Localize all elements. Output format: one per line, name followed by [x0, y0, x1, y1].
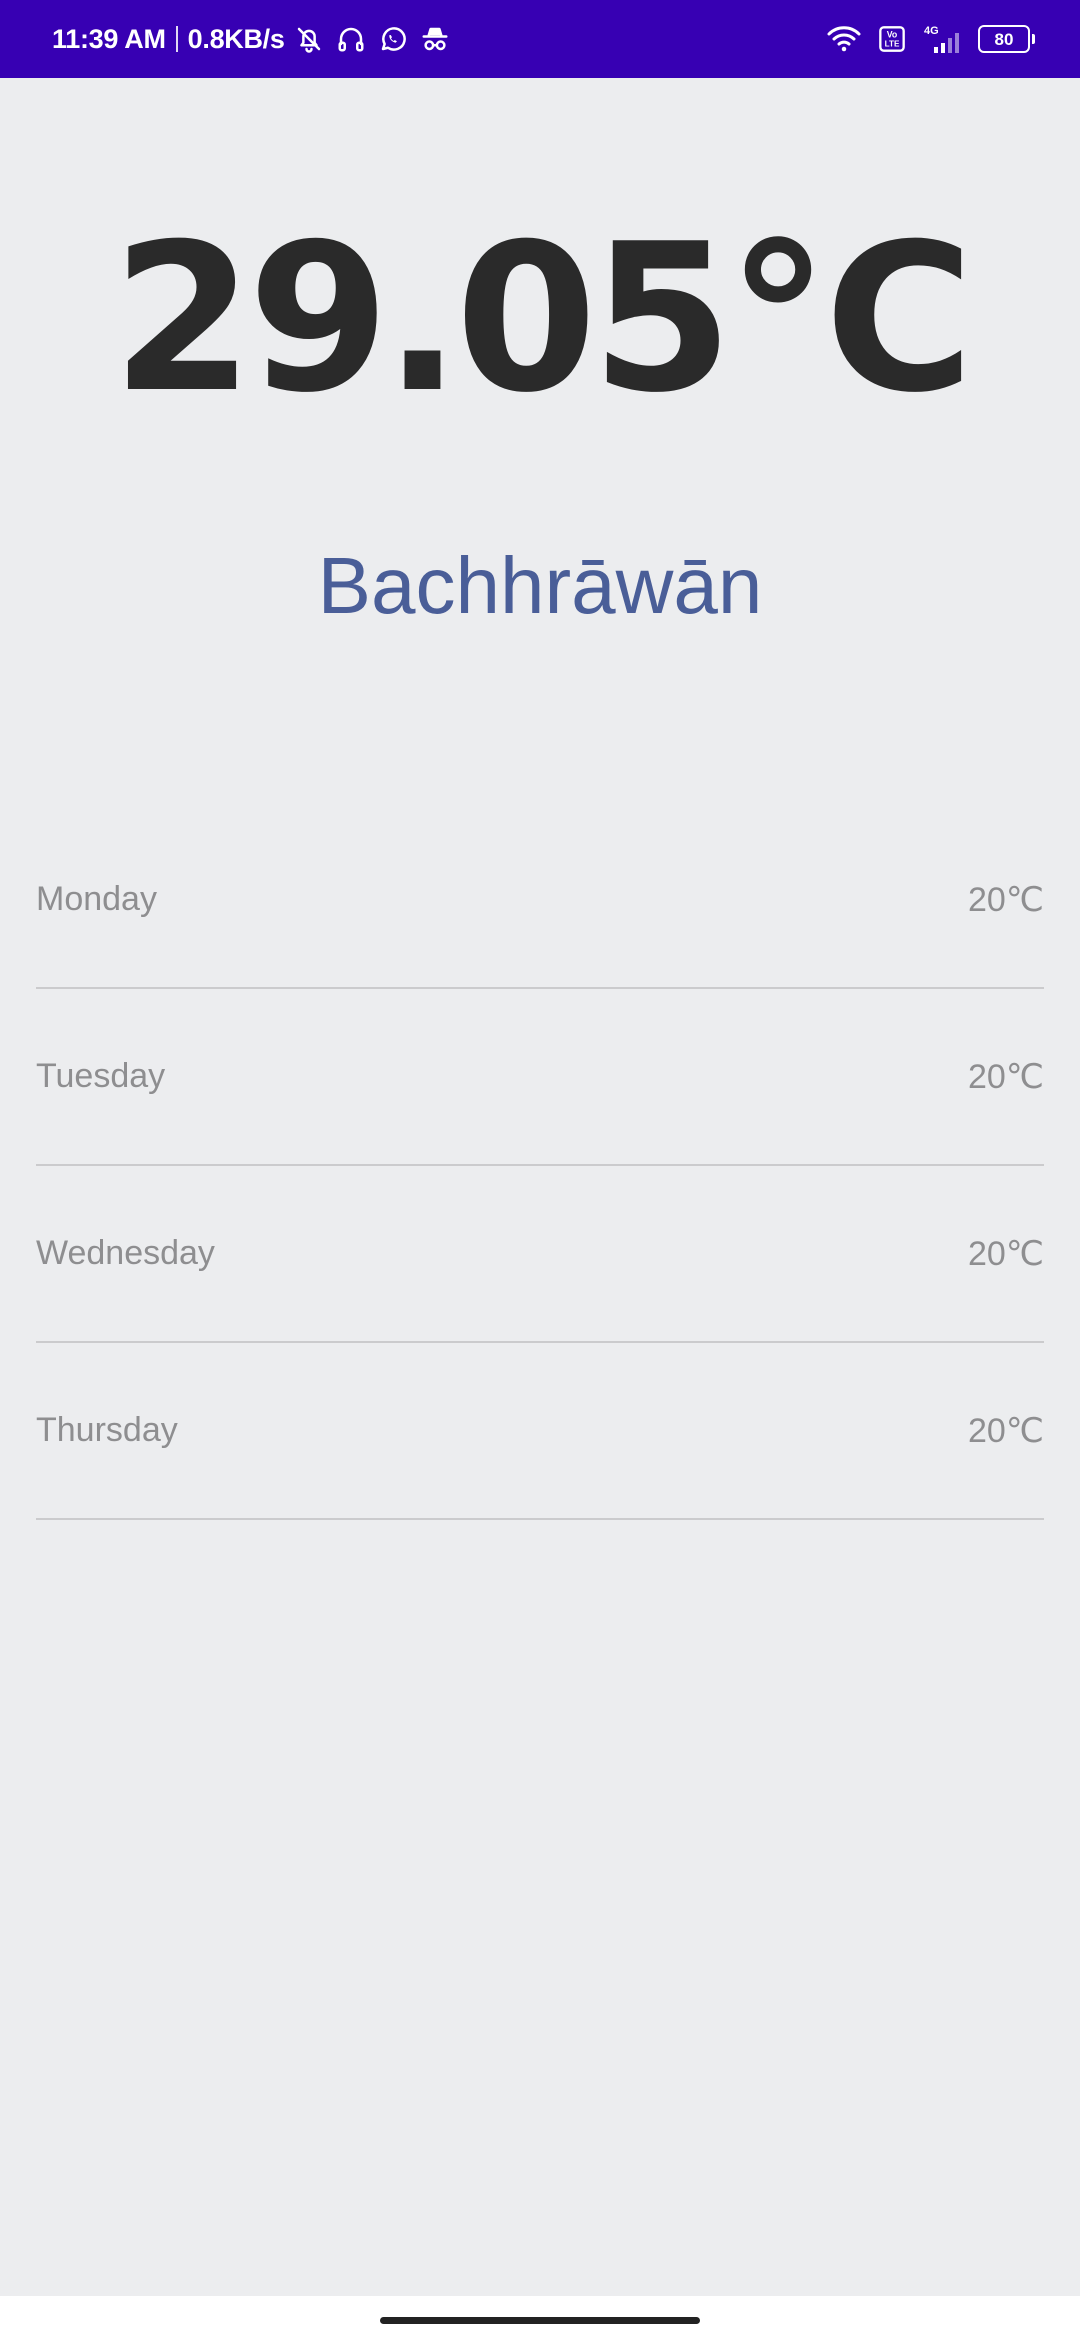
network-speed: 0.8KB/s — [187, 23, 285, 54]
current-temperature: 29.05℃ — [111, 201, 974, 438]
status-bar-left: 11:39 AM 0.8KB/s — [52, 0, 453, 78]
svg-text:Vo: Vo — [887, 29, 898, 39]
battery-level: 80 — [994, 29, 1014, 49]
signal-network-label: 4G — [924, 25, 939, 37]
forecast-row-wednesday[interactable]: Wednesday 20℃ — [36, 1166, 1044, 1343]
forecast-day: Tuesday — [36, 1057, 166, 1095]
incognito-icon — [417, 21, 453, 57]
forecast-row-tuesday[interactable]: Tuesday 20℃ — [36, 989, 1044, 1166]
forecast-temperature: 20℃ — [967, 1057, 1044, 1096]
wifi-icon — [826, 21, 862, 57]
status-bar-right: Vo LTE 4G 80 — [826, 0, 1035, 78]
volte-icon: Vo LTE — [874, 21, 910, 57]
whatsapp-icon — [375, 21, 411, 57]
home-indicator[interactable] — [380, 2317, 700, 2324]
forecast-temperature: 20℃ — [967, 1411, 1044, 1450]
forecast-day: Thursday — [36, 1411, 178, 1449]
forecast-temperature: 20℃ — [967, 1234, 1044, 1273]
headphones-icon — [333, 21, 369, 57]
navigation-bar — [0, 2296, 1080, 2340]
forecast-day: Monday — [36, 880, 157, 918]
bell-off-icon — [291, 21, 327, 57]
svg-text:LTE: LTE — [885, 40, 900, 49]
status-time: 11:39 AM — [52, 23, 166, 54]
forecast-day: Wednesday — [36, 1234, 215, 1272]
forecast-list: Monday 20℃ Tuesday 20℃ Wednesday 20℃ Thu… — [36, 812, 1044, 1520]
battery-icon: 80 — [978, 25, 1035, 53]
status-separator — [175, 26, 178, 52]
signal-4g-icon: 4G — [922, 21, 966, 57]
forecast-temperature: 20℃ — [967, 880, 1044, 919]
city-name: Bachhrāwān — [317, 541, 763, 630]
forecast-row-thursday[interactable]: Thursday 20℃ — [36, 1343, 1044, 1520]
status-bar: 11:39 AM 0.8KB/s Vo LTE 4G 80 — [0, 0, 1080, 78]
forecast-row-monday[interactable]: Monday 20℃ — [36, 812, 1044, 989]
